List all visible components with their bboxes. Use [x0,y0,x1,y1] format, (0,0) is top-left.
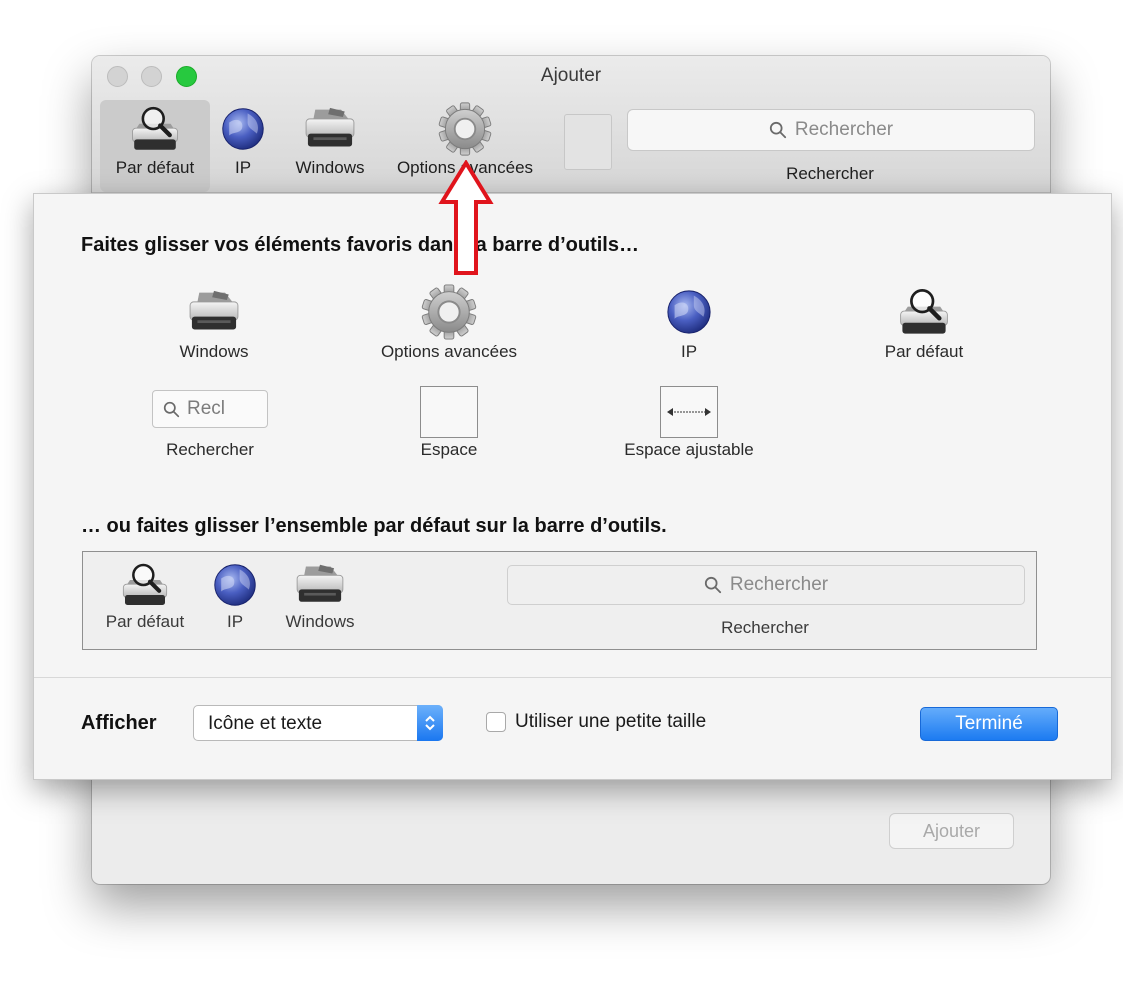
default-set-heading: … ou faites glisser l’ensemble par défau… [81,515,667,537]
popup-chevron-icon [417,705,443,741]
small-size-checkbox[interactable] [486,712,506,732]
printer-icon [293,563,347,607]
toolbar-item-label: Windows [295,158,365,177]
toolbar-item-windows[interactable]: Windows [285,100,375,178]
palette-item-default[interactable]: Par défaut [864,282,984,362]
default-set-search-field: Rechercher [507,565,1025,605]
toolbar-item-ip[interactable]: IP [217,100,269,178]
show-mode-value: Icône et texte [208,713,323,734]
show-label: Afficher [81,712,157,734]
printer-icon [302,106,358,152]
toolbar-item-label: Par défaut [115,158,195,177]
palette-item-search[interactable]: Recl Rechercher [146,384,274,460]
add-button[interactable]: Ajouter [889,813,1014,849]
toolbar-item-default[interactable]: Par défaut [100,100,210,192]
default-set-item-ip: IP [211,558,259,632]
palette-item-label: Espace [420,440,478,459]
search-icon [163,401,180,418]
default-printer-icon [897,286,951,338]
default-set-item-label: Par défaut [105,612,185,631]
globe-icon [212,562,258,608]
default-set-search-placeholder: Rechercher [729,574,829,595]
default-set-item-label: Windows [285,612,355,631]
palette-item-flexible-space[interactable]: Espace ajustable [604,384,774,460]
palette-item-ip[interactable]: IP [649,282,729,362]
footer-divider [34,677,1111,678]
palette-item-label: Windows [179,342,249,361]
globe-icon [220,106,266,152]
default-set-search-label: Rechercher [721,618,809,637]
default-set-item-label: IP [226,612,244,631]
default-toolbar-set[interactable]: Par défaut IP Windows Rechercher Recherc… [82,551,1037,650]
palette-item-label: Espace ajustable [624,440,754,459]
customize-toolbar-sheet: Faites glisser vos éléments favoris dans… [33,193,1112,780]
done-button[interactable]: Terminé [920,707,1058,741]
palette-item-advanced-options[interactable]: Options avancées [359,282,539,362]
search-icon [769,121,787,139]
window-toolbar: Ajouter Par défaut IP Windows Options av… [92,56,1050,193]
flexible-space-icon [660,386,718,438]
palette-item-space[interactable]: Espace [399,384,499,460]
default-set-item-windows: Windows [275,558,365,632]
palette-item-windows[interactable]: Windows [154,282,274,362]
default-printer-icon [129,104,181,154]
palette-item-label: IP [680,342,698,361]
default-printer-icon [120,561,170,609]
show-mode-popup[interactable]: Icône et texte [193,705,443,741]
default-set-item-default: Par défaut [95,558,195,632]
globe-icon [665,288,713,336]
toolbar-search-label: Rechercher [786,164,874,183]
favorites-heading: Faites glisser vos éléments favoris dans… [81,234,639,256]
palette-item-label: Par défaut [884,342,964,361]
toolbar-space-placeholder [564,114,612,170]
red-arrow-annotation [438,160,494,275]
toolbar-search-field[interactable]: Rechercher [627,109,1035,151]
search-placeholder: Rechercher [794,119,894,140]
toolbar-item-label: IP [234,158,252,177]
space-icon [420,386,478,438]
small-size-label[interactable]: Utiliser une petite taille [515,711,706,733]
window-title: Ajouter [540,65,602,86]
palette-item-label: Options avancées [380,342,518,361]
search-field-preview-text: Recl [187,398,226,419]
search-icon [704,576,722,594]
gear-icon [420,283,478,341]
palette-item-label: Rechercher [166,440,254,459]
printer-icon [186,289,242,335]
gear-icon [437,101,493,157]
search-field-preview: Recl [152,390,268,428]
